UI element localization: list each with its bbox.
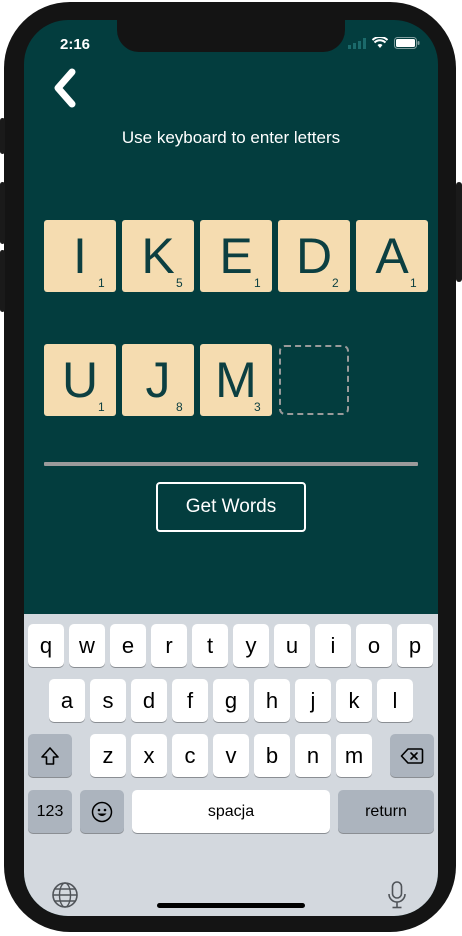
chevron-left-icon[interactable] <box>50 68 80 108</box>
space-key[interactable]: spacja <box>132 790 330 833</box>
tile-score: 5 <box>176 276 183 290</box>
key-t[interactable]: t <box>192 624 228 667</box>
shift-icon <box>41 746 59 765</box>
return-key[interactable]: return <box>338 790 434 833</box>
key-g[interactable]: g <box>213 679 249 722</box>
tile-score: 3 <box>254 400 261 414</box>
key-s[interactable]: s <box>90 679 126 722</box>
key-u[interactable]: u <box>274 624 310 667</box>
emoji-key[interactable] <box>80 790 124 833</box>
tile-letter: K <box>141 228 175 284</box>
tile-letter: A <box>375 228 409 284</box>
globe-icon[interactable] <box>51 881 79 909</box>
key-y[interactable]: y <box>233 624 269 667</box>
key-e[interactable]: e <box>110 624 146 667</box>
wifi-icon <box>372 37 388 48</box>
status-icons <box>348 37 420 49</box>
notch <box>117 20 345 52</box>
letter-tile[interactable]: J 8 <box>122 344 194 416</box>
key-z[interactable]: z <box>90 734 126 777</box>
tile-score: 1 <box>98 400 105 414</box>
key-k[interactable]: k <box>336 679 372 722</box>
status-time: 2:16 <box>60 36 91 53</box>
backspace-key[interactable] <box>390 734 434 777</box>
numbers-key[interactable]: 123 <box>28 790 72 833</box>
device-power-button <box>456 182 462 282</box>
hint-text: Use keyboard to enter letters <box>121 128 341 147</box>
backspace-icon <box>400 747 424 764</box>
key-f[interactable]: f <box>172 679 208 722</box>
home-indicator[interactable] <box>157 903 305 908</box>
tile-letter: J <box>145 352 171 408</box>
key-n[interactable]: n <box>295 734 331 777</box>
tile-letter: D <box>295 228 333 284</box>
microphone-icon[interactable] <box>386 880 408 910</box>
letter-tile[interactable]: E 1 <box>200 220 272 292</box>
device-side-button <box>0 118 5 154</box>
key-q[interactable]: q <box>28 624 64 667</box>
letter-tile[interactable]: I 1 <box>44 220 116 292</box>
battery-icon <box>394 37 420 49</box>
key-p[interactable]: p <box>397 624 433 667</box>
app-screen: 2:16 Use keyboard to enter letters I 1 K… <box>24 20 438 916</box>
tile-letter: I <box>73 228 87 284</box>
device-volume-up <box>0 182 5 244</box>
get-words-button[interactable]: Get Words <box>156 482 306 532</box>
key-w[interactable]: w <box>69 624 105 667</box>
empty-tile-slot[interactable] <box>279 345 349 415</box>
key-r[interactable]: r <box>151 624 187 667</box>
key-d[interactable]: d <box>131 679 167 722</box>
cellular-signal-icon <box>348 37 366 49</box>
divider <box>44 462 418 466</box>
emoji-icon <box>91 801 113 822</box>
key-o[interactable]: o <box>356 624 392 667</box>
key-m[interactable]: m <box>336 734 372 777</box>
letter-tile[interactable]: U 1 <box>44 344 116 416</box>
letter-tile[interactable]: K 5 <box>122 220 194 292</box>
shift-key[interactable] <box>28 734 72 777</box>
key-j[interactable]: j <box>295 679 331 722</box>
key-v[interactable]: v <box>213 734 249 777</box>
keyboard: q w e r t y u i o p a s d f g h j k l z … <box>24 614 438 916</box>
key-a[interactable]: a <box>49 679 85 722</box>
key-c[interactable]: c <box>172 734 208 777</box>
letter-tile[interactable]: M 3 <box>200 344 272 416</box>
key-h[interactable]: h <box>254 679 290 722</box>
letter-tile[interactable]: D 2 <box>278 220 350 292</box>
key-l[interactable]: l <box>377 679 413 722</box>
tile-letter: E <box>219 228 253 284</box>
tile-letter: U <box>61 352 99 408</box>
letter-tile[interactable]: A 1 <box>356 220 428 292</box>
tile-score: 1 <box>98 276 105 290</box>
tile-score: 1 <box>254 276 261 290</box>
tile-letter: M <box>215 352 257 408</box>
device-volume-down <box>0 250 5 312</box>
key-i[interactable]: i <box>315 624 351 667</box>
key-b[interactable]: b <box>254 734 290 777</box>
tile-score: 2 <box>332 276 339 290</box>
tile-score: 1 <box>410 276 417 290</box>
key-x[interactable]: x <box>131 734 167 777</box>
tile-score: 8 <box>176 400 183 414</box>
